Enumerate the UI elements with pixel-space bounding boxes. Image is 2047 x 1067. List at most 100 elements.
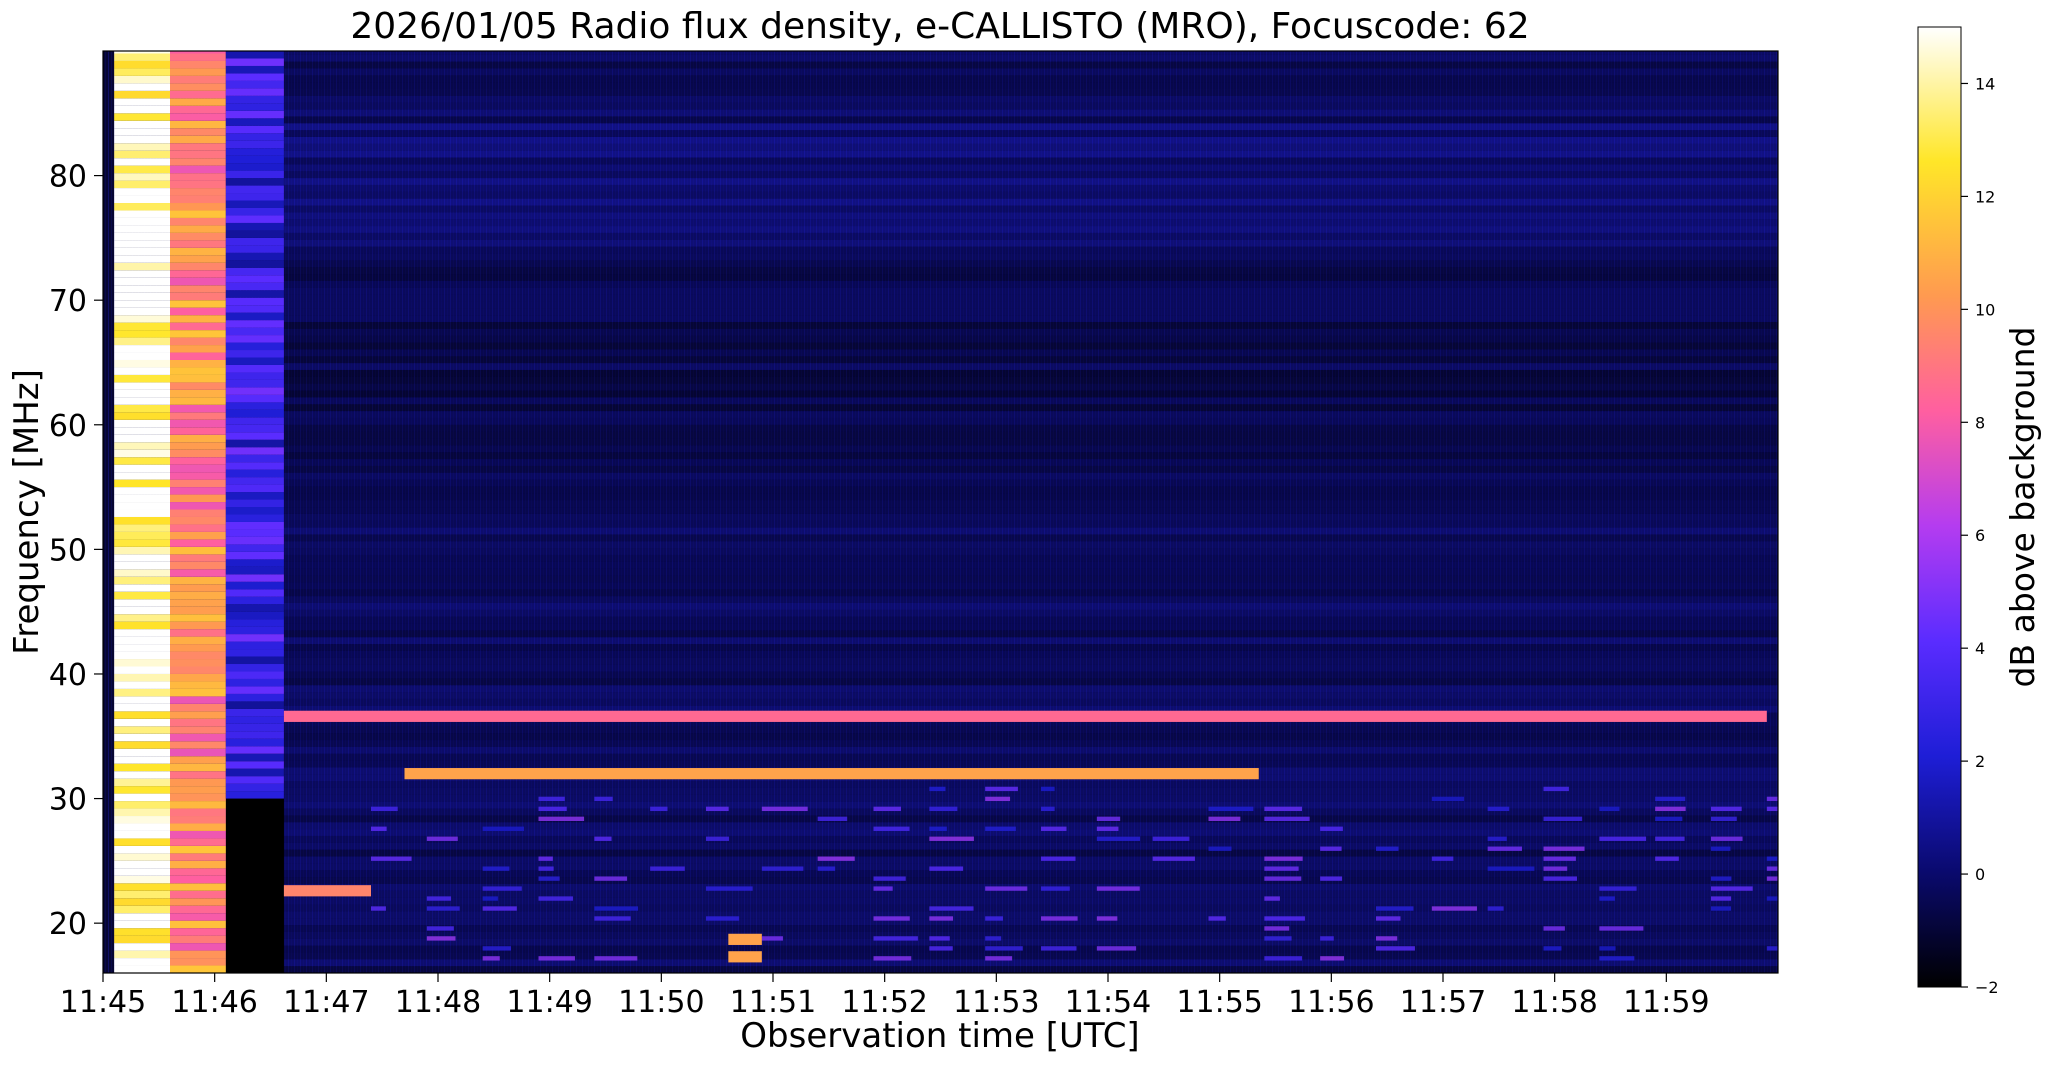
burst-cell	[170, 472, 226, 480]
colorbar-tick-label: −2	[1975, 978, 1999, 997]
burst-cell	[114, 771, 170, 779]
burst-cell	[170, 838, 226, 846]
burst-cell	[114, 591, 170, 600]
burst-cell	[114, 748, 170, 757]
burst-cell	[170, 128, 226, 136]
burst-cell	[170, 195, 226, 204]
burst-cell	[170, 928, 226, 936]
burst-cell	[170, 502, 226, 510]
burst-cell	[170, 853, 226, 861]
interference-speck	[985, 786, 1018, 792]
burst-cell	[170, 531, 226, 540]
burst-cell	[170, 240, 226, 248]
burst-cell	[225, 350, 284, 358]
interference-speck	[817, 866, 836, 871]
burst-cell	[114, 68, 170, 76]
burst-cell	[114, 255, 170, 263]
background-channel	[283, 616, 1778, 624]
burst-cell	[114, 569, 170, 577]
burst-cell	[170, 337, 226, 346]
burst-cell	[114, 920, 170, 929]
burst-cell	[114, 382, 170, 390]
burst-cell	[114, 943, 170, 951]
burst-cell	[170, 412, 226, 420]
interference-speck	[1376, 906, 1414, 911]
background-channel	[283, 356, 1778, 364]
burst-cell	[225, 133, 284, 141]
burst-cell	[114, 457, 170, 465]
background-channel	[283, 102, 1778, 110]
burst-cell	[225, 282, 284, 291]
burst-cell	[170, 786, 226, 794]
burst-cell	[170, 883, 226, 891]
burst-cell	[114, 434, 170, 443]
background-channel	[283, 157, 1778, 165]
interference-speck	[929, 916, 954, 921]
burst-cell	[225, 604, 284, 612]
interference-speck	[1264, 816, 1310, 821]
interference-speck	[1320, 846, 1342, 851]
burst-cell	[170, 330, 226, 338]
burst-cell	[225, 58, 284, 66]
interference-speck	[873, 956, 912, 961]
interference-speck	[1599, 926, 1644, 931]
burst-cell	[114, 352, 170, 360]
interference-speck	[426, 836, 458, 841]
background-channel	[283, 479, 1778, 487]
interference-speck	[1264, 896, 1280, 901]
burst-cell	[225, 761, 284, 769]
burst-cell	[114, 711, 170, 719]
burst-cell	[114, 614, 170, 622]
burst-cell	[170, 449, 226, 458]
burst-cell	[170, 83, 226, 91]
burst-cell	[114, 217, 170, 226]
background-channel	[283, 500, 1778, 508]
burst-cell	[170, 673, 226, 682]
burst-cell	[114, 487, 170, 495]
burst-cell	[170, 816, 226, 824]
burst-cell	[114, 345, 170, 353]
burst-cell	[170, 270, 226, 278]
background-channel	[283, 685, 1778, 693]
interference-speck	[1264, 936, 1292, 941]
interference-speck	[538, 796, 565, 802]
burst-cell	[114, 51, 170, 54]
burst-cell	[225, 222, 284, 231]
background-channel	[283, 931, 1778, 939]
background-channel	[283, 507, 1778, 514]
burst-cell	[225, 656, 284, 665]
burst-cell	[170, 255, 226, 263]
interference-line	[728, 951, 762, 963]
burst-cell	[170, 591, 226, 600]
burst-cell	[170, 584, 226, 592]
background-channel	[283, 911, 1778, 919]
background-channel	[283, 54, 1778, 62]
burst-cell	[114, 300, 170, 308]
burst-cell	[170, 158, 226, 166]
burst-cell	[170, 748, 226, 757]
burst-cell	[225, 215, 284, 223]
background-channel	[283, 630, 1778, 638]
interference-speck	[761, 806, 808, 812]
interference-speck	[1431, 796, 1464, 802]
interference-speck	[1599, 956, 1635, 961]
interference-speck	[426, 896, 452, 901]
interference-speck	[482, 906, 517, 911]
background-channel	[283, 349, 1778, 357]
background-channel	[283, 959, 1778, 967]
interference-speck	[1376, 946, 1415, 951]
background-channel	[283, 966, 1778, 973]
interference-speck	[538, 876, 560, 881]
burst-cell	[170, 315, 226, 323]
interference-line	[728, 933, 762, 945]
burst-cell	[170, 277, 226, 286]
burst-cell	[225, 611, 284, 620]
burst-cell	[170, 651, 226, 660]
burst-cell	[114, 793, 170, 802]
interference-speck	[1096, 886, 1140, 891]
background-channel	[283, 95, 1778, 103]
burst-cell	[170, 524, 226, 532]
burst-cell	[170, 60, 226, 69]
burst-cell	[114, 868, 170, 876]
burst-cell	[114, 247, 170, 256]
